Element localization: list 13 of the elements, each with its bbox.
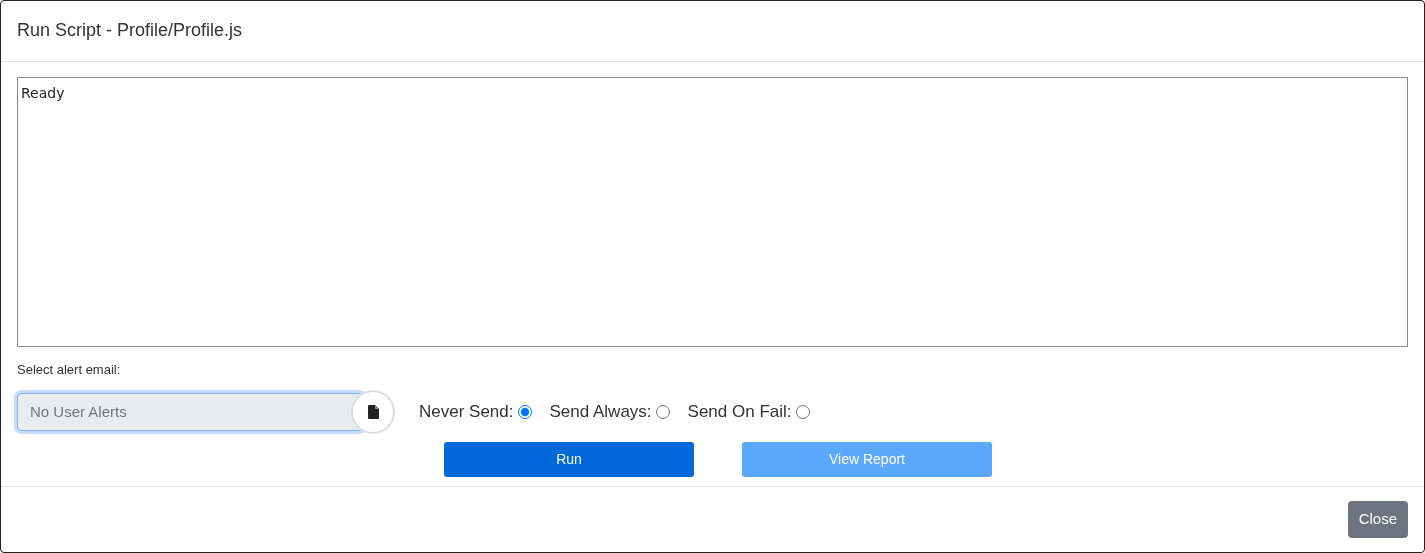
radio-button[interactable] <box>655 404 670 419</box>
radio-button[interactable] <box>795 404 810 419</box>
radio-button[interactable] <box>517 404 532 419</box>
field-label: Select alert email: <box>17 361 122 379</box>
file-button[interactable] <box>351 389 395 434</box>
window-title: Run Script - Profile/Profile.js <box>17 20 243 42</box>
close-button[interactable]: Close <box>1347 501 1408 538</box>
file-icon <box>367 404 379 419</box>
option-label: Never Send: <box>419 400 514 423</box>
output-area[interactable]: Ready <box>17 77 1408 347</box>
action-button[interactable]: Run <box>444 441 694 477</box>
option-label: Send Always: <box>549 400 652 423</box>
option-label: Send On Fail: <box>687 400 792 423</box>
